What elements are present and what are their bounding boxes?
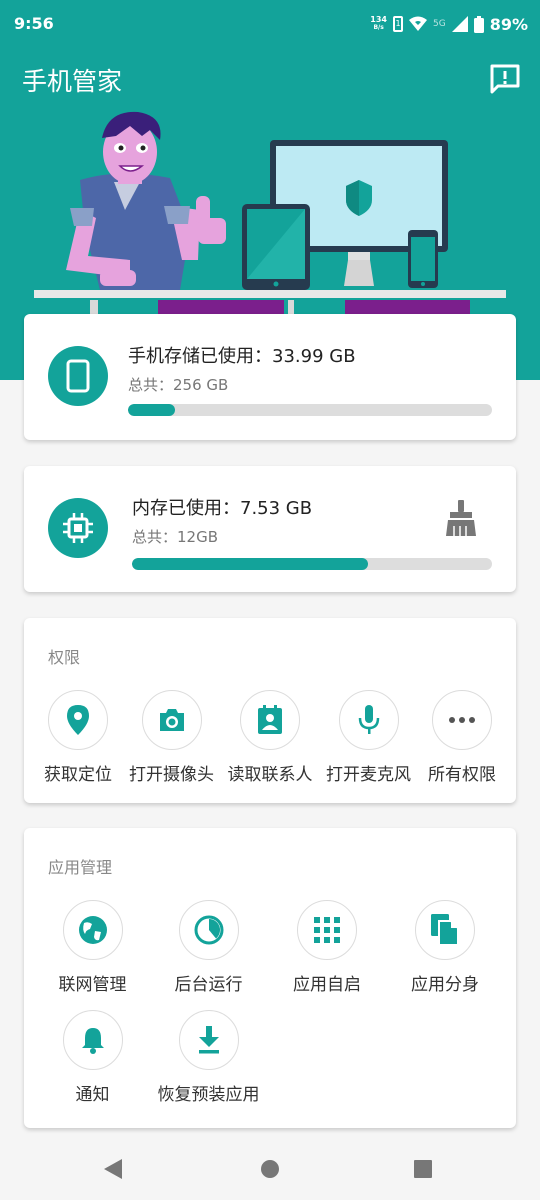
permission-label: 打开摄像头 xyxy=(129,765,214,785)
app-notification[interactable]: 通知 xyxy=(36,1010,149,1105)
permission-location[interactable]: 获取定位 xyxy=(36,690,120,785)
storage-total-text: 总共：256 GB xyxy=(128,376,229,394)
status-icons: 134 B/s 1 5G 89% xyxy=(370,12,528,36)
page-title: 手机管家 xyxy=(22,67,123,96)
status-bar: 9:56 134 B/s 1 5G 89% xyxy=(0,0,540,48)
permission-microphone[interactable]: 打开麦克风 xyxy=(322,690,416,785)
header-illustration xyxy=(34,111,506,315)
navigation-bar xyxy=(104,1159,432,1179)
permission-label: 打开麦克风 xyxy=(326,765,411,785)
phone-storage-icon xyxy=(48,346,108,406)
memory-used-text: 内存已使用：7.53 GB xyxy=(132,498,313,519)
permission-label: 所有权限 xyxy=(428,765,496,785)
bell-icon xyxy=(62,1010,123,1070)
app-item-label: 后台运行 xyxy=(174,975,243,995)
storage-progress-fill xyxy=(128,404,176,416)
home-button[interactable] xyxy=(261,1160,279,1178)
permission-all[interactable]: 所有权限 xyxy=(420,690,504,785)
back-button[interactable] xyxy=(104,1159,122,1179)
grid-icon xyxy=(297,900,357,960)
app-network-control[interactable]: 联网管理 xyxy=(36,900,149,995)
permission-label: 读取联系人 xyxy=(227,765,313,785)
sim-icon: 1 xyxy=(393,16,403,32)
app-management-card: 应用管理 联网管理 后台运行 应用自启 应用分身 通知 恢复预装应用 xyxy=(24,828,516,1128)
app-management-title: 应用管理 xyxy=(48,858,113,877)
permission-label: 获取定位 xyxy=(44,765,112,785)
status-time: 9:56 xyxy=(14,14,54,33)
app-item-label: 应用分身 xyxy=(411,975,479,995)
net-speed-value: 134 xyxy=(370,15,387,24)
app-item-label: 应用自启 xyxy=(293,975,361,995)
clean-broom-icon[interactable] xyxy=(444,500,478,536)
globe-icon xyxy=(62,900,123,960)
signal-icon xyxy=(451,16,468,32)
app-background-run[interactable]: 后台运行 xyxy=(149,900,268,995)
app-auto-start[interactable]: 应用自启 xyxy=(268,900,386,995)
storage-used-text: 手机存储已使用：33.99 GB xyxy=(128,346,356,367)
permissions-title: 权限 xyxy=(48,648,81,667)
net-speed-unit: B/s xyxy=(373,24,384,31)
feedback-icon[interactable] xyxy=(488,62,522,96)
permission-contacts[interactable]: 读取联系人 xyxy=(223,690,317,785)
net-speed: 134 B/s xyxy=(370,16,387,32)
memory-total-text: 总共：12GB xyxy=(132,528,219,546)
memory-card[interactable]: 内存已使用：7.53 GB 总共：12GB xyxy=(24,466,516,592)
storage-progress-bar xyxy=(128,404,492,416)
permissions-card: 权限 获取定位 打开摄像头 读取联系人 打开麦克风 所有权限 xyxy=(24,618,516,803)
chip-icon xyxy=(48,498,108,558)
app-restore-preinstalled[interactable]: 恢复预装应用 xyxy=(149,1010,268,1105)
app-management-row-1: 联网管理 后台运行 应用自启 应用分身 xyxy=(24,900,516,995)
battery-percent: 89% xyxy=(489,14,528,34)
network-type: 5G xyxy=(433,19,446,29)
app-item-label: 恢复预装应用 xyxy=(157,1085,260,1105)
app-management-row-2: 通知 恢复预装应用 xyxy=(24,1010,516,1105)
wifi-icon xyxy=(409,16,427,31)
camera-icon xyxy=(141,690,202,750)
app-item-label: 通知 xyxy=(75,1085,110,1105)
more-icon xyxy=(432,690,492,750)
recents-button[interactable] xyxy=(414,1160,432,1178)
microphone-icon xyxy=(338,690,399,750)
copy-icon xyxy=(415,900,475,960)
app-item-label: 联网管理 xyxy=(58,975,127,995)
pie-icon xyxy=(178,900,239,960)
download-icon xyxy=(178,1010,239,1070)
storage-card[interactable]: 手机存储已使用：33.99 GB 总共：256 GB xyxy=(24,314,516,440)
memory-progress-fill xyxy=(132,558,368,570)
app-clone[interactable]: 应用分身 xyxy=(386,900,504,995)
battery-icon xyxy=(473,15,484,33)
contacts-icon xyxy=(240,690,300,750)
person-figure xyxy=(66,111,226,290)
memory-progress-bar xyxy=(132,558,492,570)
location-icon xyxy=(48,690,108,750)
permissions-grid: 获取定位 打开摄像头 读取联系人 打开麦克风 所有权限 xyxy=(24,690,516,785)
permission-camera[interactable]: 打开摄像头 xyxy=(125,690,219,785)
